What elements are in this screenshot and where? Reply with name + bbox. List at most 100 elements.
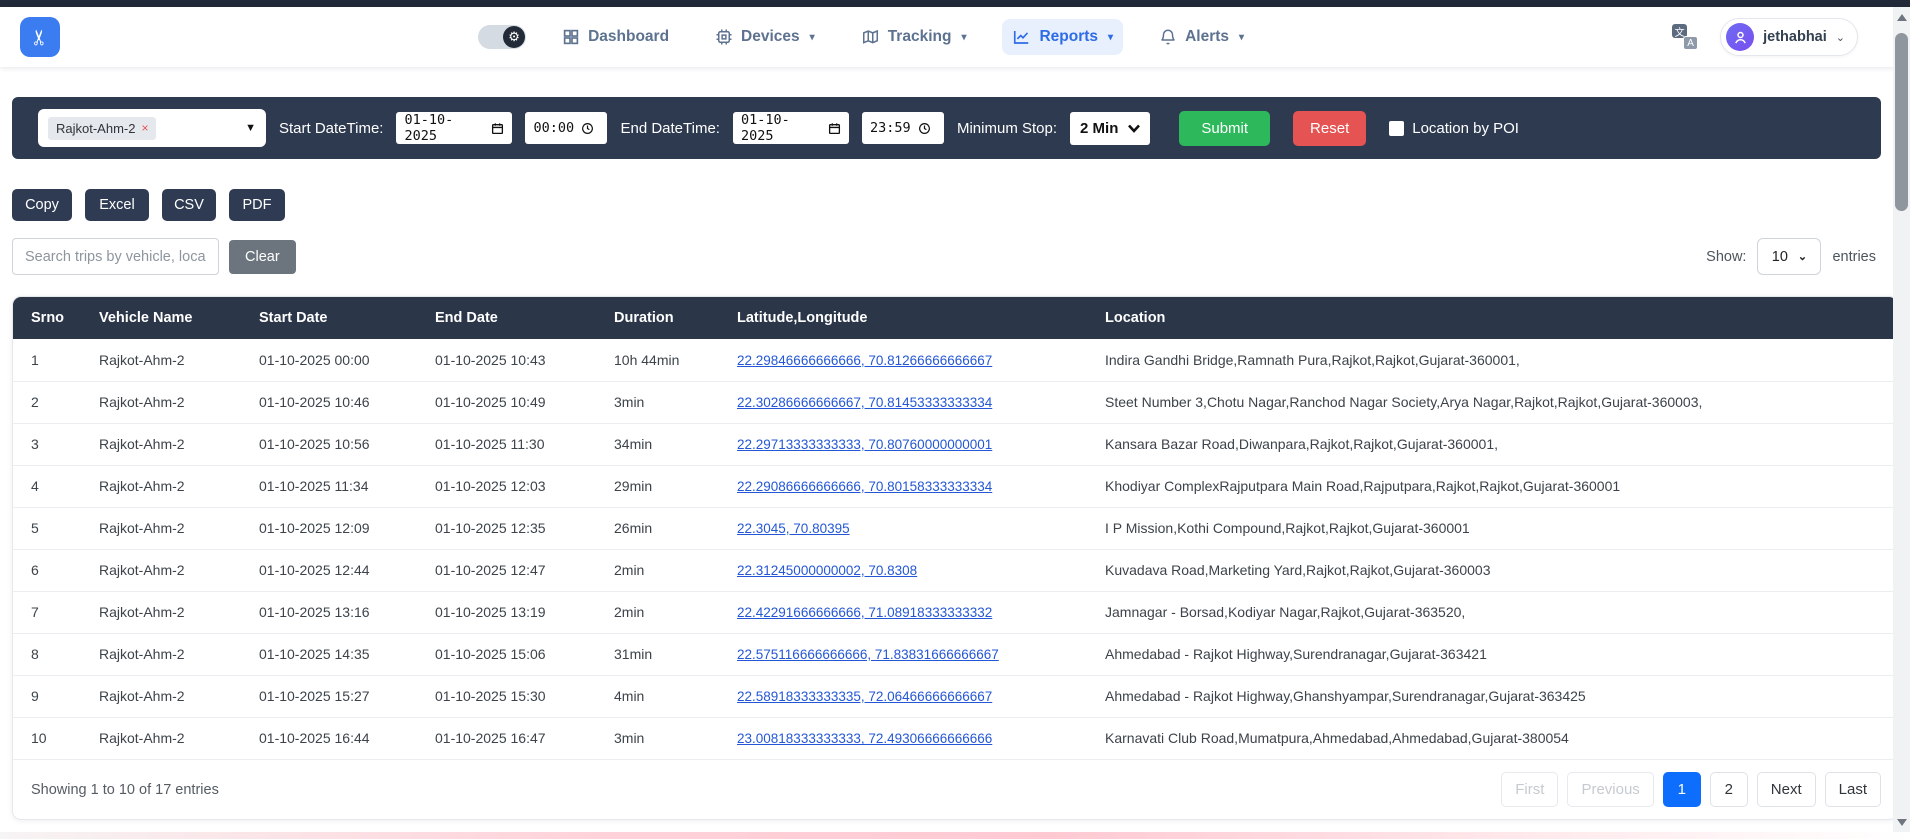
latlng-link[interactable]: 22.29713333333333, 70.80760000000001: [737, 437, 992, 452]
cell-duration: 26min: [606, 507, 729, 549]
cell-end: 01-10-2025 12:47: [427, 549, 606, 591]
submit-button[interactable]: Submit: [1179, 111, 1270, 146]
start-date-input[interactable]: 01-10-2025: [396, 112, 512, 144]
location-by-poi-toggle[interactable]: Location by POI: [1389, 120, 1519, 137]
page-size-value: 10: [1772, 249, 1788, 265]
trips-table: Srno Vehicle Name Start Date End Date Du…: [13, 297, 1897, 759]
minimum-stop-label: Minimum Stop:: [957, 120, 1057, 137]
table-row: 5 Rajkot-Ahm-2 01-10-2025 12:09 01-10-20…: [13, 507, 1897, 549]
first-page-button[interactable]: First: [1501, 772, 1558, 807]
chevron-down-icon: ▾: [1108, 32, 1113, 43]
minimum-stop-select[interactable]: 2 Min: [1070, 112, 1150, 145]
nav-label: Tracking: [888, 28, 952, 46]
cell-duration: 3min: [606, 717, 729, 759]
cell-vehicle: Rajkot-Ahm-2: [91, 717, 251, 759]
latlng-link[interactable]: 22.42291666666666, 71.08918333333332: [737, 605, 992, 620]
clock-icon: [581, 122, 594, 135]
nav-item-dashboard[interactable]: Dashboard: [552, 19, 679, 55]
cell-start: 01-10-2025 10:46: [251, 381, 427, 423]
csv-button[interactable]: CSV: [162, 189, 216, 221]
cell-start: 01-10-2025 12:09: [251, 507, 427, 549]
table-row: 10 Rajkot-Ahm-2 01-10-2025 16:44 01-10-2…: [13, 717, 1897, 759]
end-date-value: 01-10-2025: [741, 112, 821, 144]
nav-item-reports[interactable]: Reports ▾: [1002, 19, 1123, 55]
chart-line-icon: [1012, 28, 1031, 46]
last-page-button[interactable]: Last: [1825, 772, 1881, 807]
translate-icon[interactable]: 文 A: [1672, 24, 1698, 50]
search-input[interactable]: [12, 238, 219, 275]
latlng-link[interactable]: 23.00818333333333, 72.49306666666666: [737, 731, 992, 746]
cell-location: I P Mission,Kothi Compound,Rajkot,Rajkot…: [1097, 507, 1897, 549]
chevron-down-icon: [1128, 124, 1140, 133]
latlng-link[interactable]: 22.3045, 70.80395: [737, 521, 850, 536]
cell-location: Karnavati Club Road,Mumatpura,Ahmedabad,…: [1097, 717, 1897, 759]
scroll-down-arrow-icon[interactable]: [1893, 814, 1910, 830]
latlng-link[interactable]: 22.31245000000002, 70.8308: [737, 563, 917, 578]
user-menu[interactable]: jethabhai ⌄: [1720, 18, 1858, 56]
cell-duration: 34min: [606, 423, 729, 465]
latlng-link[interactable]: 22.30286666666667, 70.81453333333334: [737, 395, 992, 410]
page-2-button[interactable]: 2: [1710, 772, 1748, 807]
nav-item-tracking[interactable]: Tracking ▾: [851, 19, 977, 55]
latlng-link[interactable]: 22.575116666666666, 71.83831666666667: [737, 647, 999, 662]
map-icon: [861, 28, 880, 46]
scrollbar-thumb[interactable]: [1895, 33, 1908, 211]
table-row: 6 Rajkot-Ahm-2 01-10-2025 12:44 01-10-20…: [13, 549, 1897, 591]
cell-vehicle: Rajkot-Ahm-2: [91, 339, 251, 381]
theme-toggle[interactable]: ⚙: [478, 25, 526, 49]
vehicle-select[interactable]: Rajkot-Ahm-2 × ▼: [38, 109, 266, 147]
export-buttons: Copy Excel CSV PDF: [12, 189, 1910, 221]
cell-end: 01-10-2025 10:49: [427, 381, 606, 423]
clear-button[interactable]: Clear: [229, 240, 296, 274]
page-1-button[interactable]: 1: [1663, 772, 1701, 807]
latlng-link[interactable]: 22.29846666666666, 70.81266666666667: [737, 353, 992, 368]
cell-srno: 8: [13, 633, 91, 675]
gear-icon: ⚙: [503, 26, 525, 48]
copy-button[interactable]: Copy: [12, 189, 72, 221]
excel-button[interactable]: Excel: [85, 189, 149, 221]
reset-button[interactable]: Reset: [1293, 111, 1366, 146]
end-time-input[interactable]: 23:59: [862, 112, 944, 144]
pdf-button[interactable]: PDF: [229, 189, 285, 221]
chevron-down-icon: ⌄: [1798, 250, 1807, 263]
filter-bar: Rajkot-Ahm-2 × ▼ Start DateTime: 01-10-2…: [12, 97, 1881, 159]
cell-duration: 4min: [606, 675, 729, 717]
poi-label: Location by POI: [1412, 120, 1519, 137]
calendar-icon: [828, 122, 841, 135]
latlng-link[interactable]: 22.29086666666666, 70.80158333333334: [737, 479, 992, 494]
cell-duration: 3min: [606, 381, 729, 423]
cell-srno: 4: [13, 465, 91, 507]
nav-item-devices[interactable]: Devices ▾: [705, 19, 825, 55]
end-datetime-label: End DateTime:: [620, 120, 720, 137]
minimum-stop-value: 2 Min: [1080, 120, 1118, 137]
next-page-button[interactable]: Next: [1757, 772, 1816, 807]
cell-start: 01-10-2025 00:00: [251, 339, 427, 381]
cell-srno: 5: [13, 507, 91, 549]
cell-srno: 6: [13, 549, 91, 591]
nav-item-alerts[interactable]: Alerts ▾: [1149, 19, 1254, 55]
latlng-link[interactable]: 22.58918333333335, 72.06466666666667: [737, 689, 992, 704]
page-size-select[interactable]: 10 ⌄: [1757, 238, 1821, 275]
chevron-down-icon: ⌄: [1836, 31, 1845, 44]
scroll-up-arrow-icon[interactable]: [1893, 9, 1910, 25]
cell-srno: 1: [13, 339, 91, 381]
poi-checkbox[interactable]: [1389, 121, 1404, 136]
remove-tag-icon[interactable]: ×: [141, 121, 148, 135]
search-row: Clear Show: 10 ⌄ entries: [12, 238, 1876, 275]
translate-front-glyph: A: [1683, 36, 1698, 50]
clock-icon: [918, 122, 931, 135]
end-date-input[interactable]: 01-10-2025: [733, 112, 849, 144]
cell-location: Khodiyar ComplexRajputpara Main Road,Raj…: [1097, 465, 1897, 507]
cell-vehicle: Rajkot-Ahm-2: [91, 633, 251, 675]
start-time-input[interactable]: 00:00: [525, 112, 607, 144]
navbar: ✂ ⚙ Dashboard Devices ▾ Tracking: [0, 7, 1910, 67]
user-name: jethabhai: [1763, 29, 1827, 45]
cell-srno: 2: [13, 381, 91, 423]
app-logo[interactable]: ✂: [20, 17, 60, 57]
cell-end: 01-10-2025 16:47: [427, 717, 606, 759]
cell-end: 01-10-2025 10:43: [427, 339, 606, 381]
vehicle-tag-label: Rajkot-Ahm-2: [56, 121, 135, 136]
vertical-scrollbar[interactable]: [1893, 7, 1910, 832]
cell-srno: 7: [13, 591, 91, 633]
previous-page-button[interactable]: Previous: [1567, 772, 1653, 807]
